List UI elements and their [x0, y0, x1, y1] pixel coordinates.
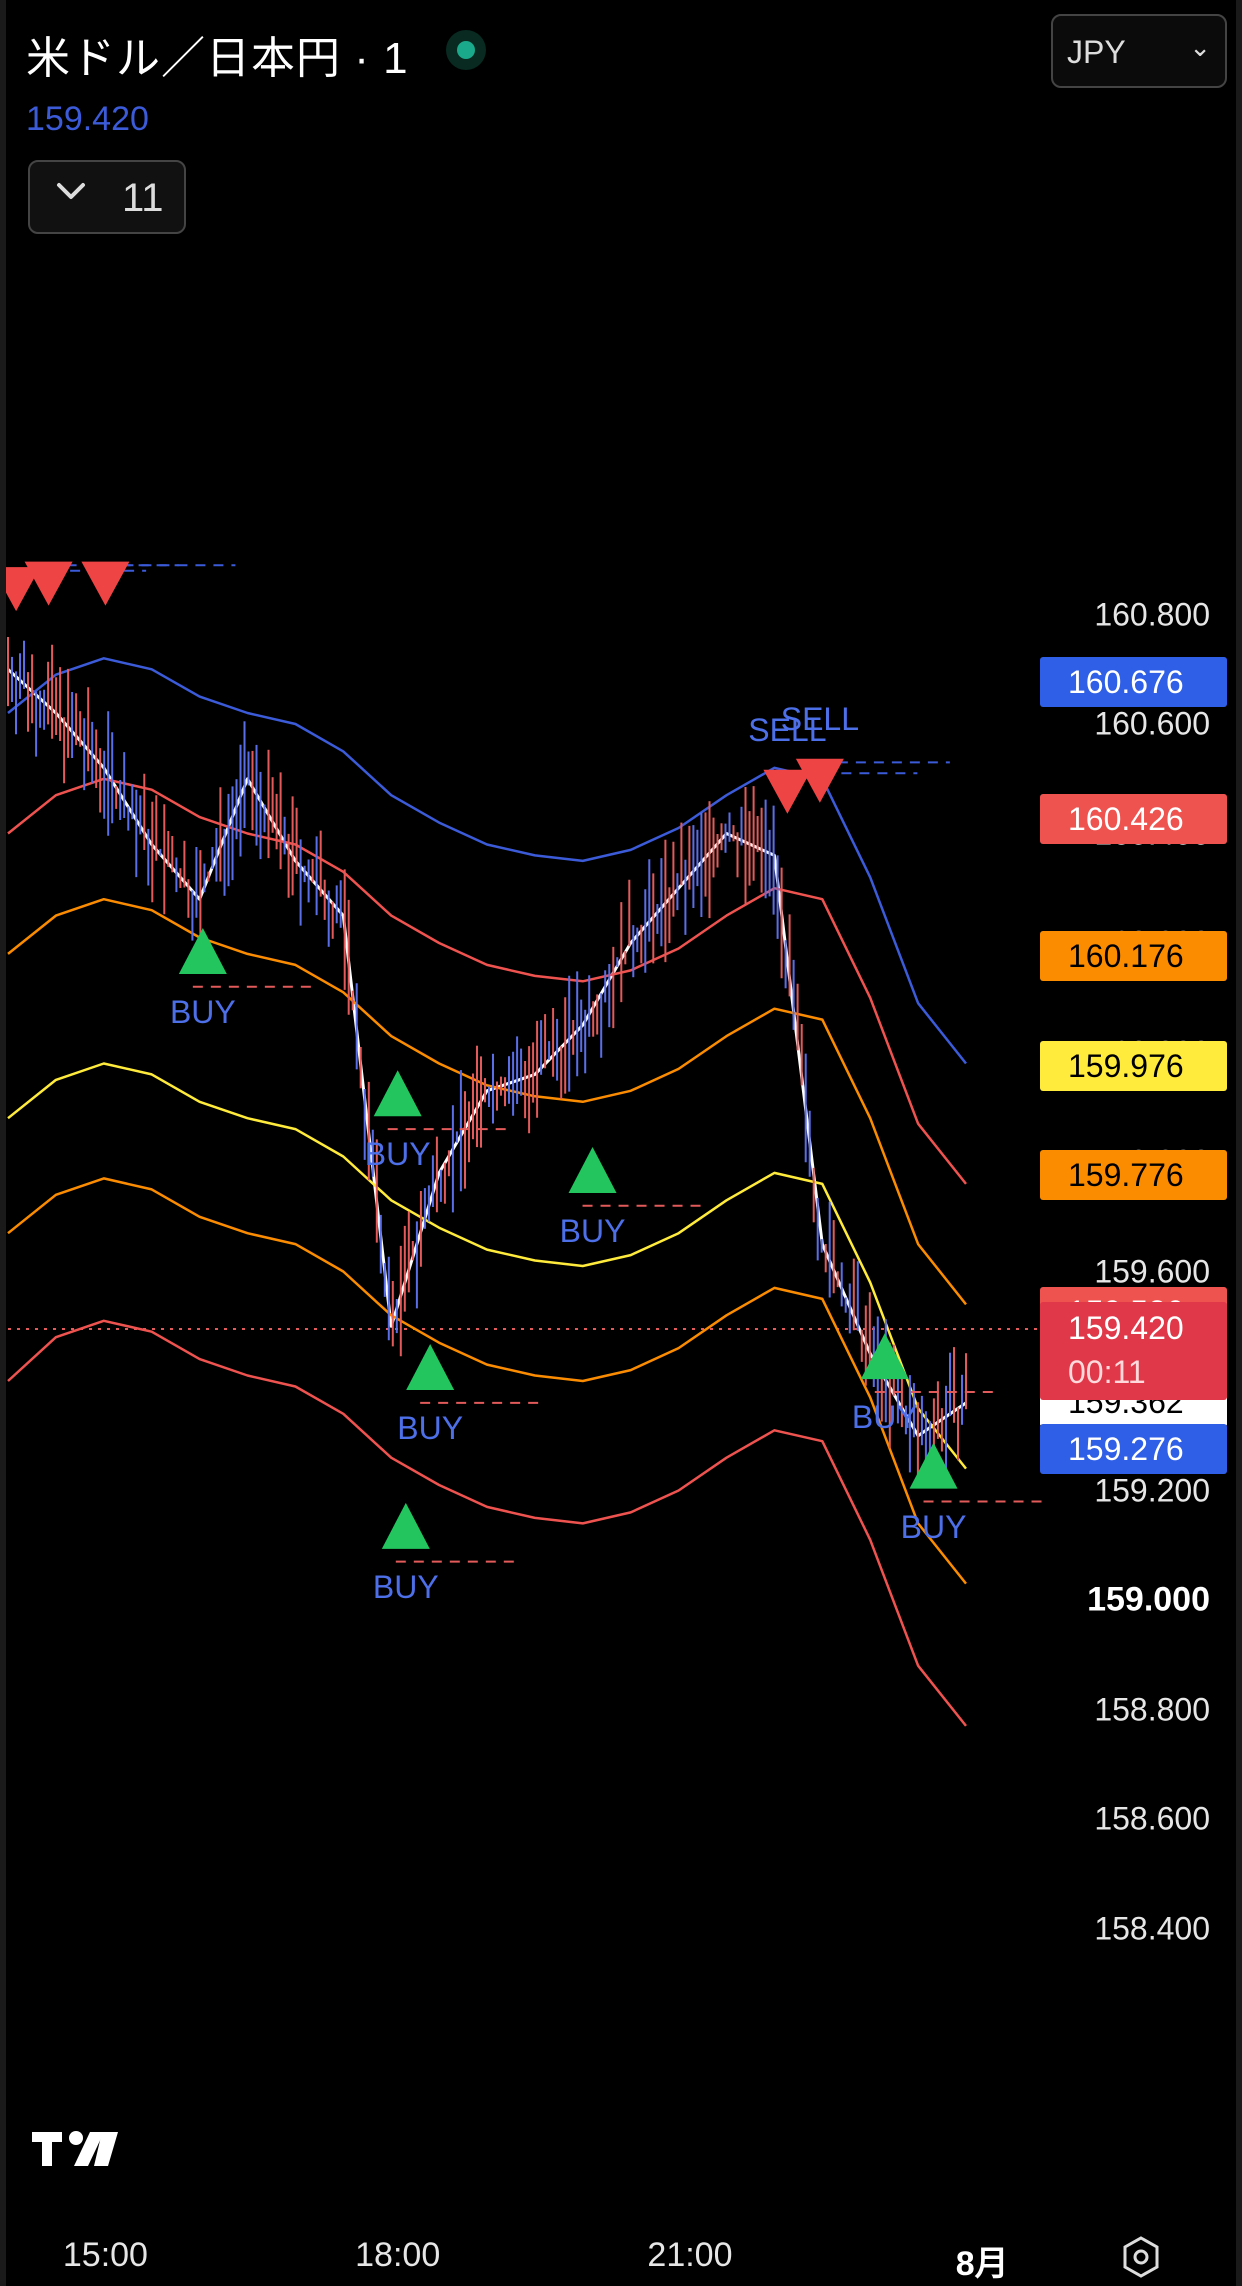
indicators-toggle-button[interactable]: 11: [28, 160, 186, 234]
price-level-label: 159.976: [1040, 1040, 1227, 1091]
buy-marker: [406, 1344, 455, 1391]
settings-icon[interactable]: [1118, 2234, 1164, 2280]
price-axis-tick: 160.800: [1094, 596, 1210, 632]
last-price-badge: 159.420 00:11: [1040, 1302, 1227, 1400]
price-axis-tick: 158.600: [1094, 1800, 1210, 1837]
price-level-label: 159.776: [1040, 1150, 1227, 1201]
sell-marker: [81, 561, 130, 606]
ghost-price-label: 159.420: [26, 100, 149, 138]
price-axis-tick: 159.200: [1094, 1472, 1210, 1508]
band-mid: [7, 1062, 967, 1470]
buy-marker: [568, 1146, 617, 1193]
currency-select[interactable]: JPY ⌄: [1051, 14, 1227, 88]
indicators-count: 11: [122, 176, 164, 220]
chevron-down-icon: [57, 183, 85, 199]
sell-marker: [24, 561, 73, 606]
chevron-down-icon: ⌄: [1189, 32, 1211, 62]
sell-label: SELL: [780, 700, 859, 737]
buy-label: BUY: [397, 1410, 464, 1447]
sell-marker: [763, 769, 812, 814]
tradingview-logo[interactable]: [32, 2124, 128, 2174]
band-lower-1: [7, 1319, 967, 1727]
time-axis-tick: 8月: [955, 2245, 1009, 2283]
buy-label: BUY: [851, 1399, 918, 1436]
buy-marker: [373, 1070, 422, 1117]
price-axis-tick: 159.000: [1087, 1580, 1210, 1619]
buy-marker: [178, 927, 227, 974]
price-level-label: 160.176: [1040, 931, 1227, 982]
price-axis-tick: 158.400: [1094, 1910, 1210, 1946]
buy-marker: [381, 1502, 430, 1549]
time-axis-tick: 21:00: [647, 2236, 733, 2274]
price-axis-tick: 158.800: [1094, 1691, 1210, 1727]
buy-label: BUY: [900, 1508, 967, 1545]
price-level-label: 159.276: [1040, 1423, 1227, 1474]
price-axis-tick: 159.600: [1094, 1253, 1210, 1289]
buy-label: BUY: [559, 1212, 626, 1249]
live-status-icon: [446, 30, 486, 70]
time-axis-tick: 18:00: [355, 2236, 441, 2274]
price-chart[interactable]: [0, 0, 1242, 2286]
price-level-label: 160.676: [1040, 657, 1227, 708]
buy-label: BUY: [364, 1136, 431, 1173]
right-edge: [1236, 0, 1242, 2286]
currency-select-label: JPY: [1067, 34, 1126, 70]
price-axis-tick: 160.600: [1094, 705, 1210, 742]
last-price-value: 159.420: [1068, 1310, 1184, 1346]
price-level-label: 160.426: [1040, 794, 1227, 845]
bar-countdown: 00:11: [1068, 1354, 1146, 1390]
time-axis-tick: 15:00: [62, 2236, 148, 2274]
buy-label: BUY: [169, 993, 236, 1030]
buy-marker: [860, 1333, 909, 1380]
buy-label: BUY: [372, 1568, 439, 1605]
left-edge: [0, 0, 6, 2286]
symbol-title[interactable]: 米ドル／日本円 · 1: [26, 22, 409, 86]
